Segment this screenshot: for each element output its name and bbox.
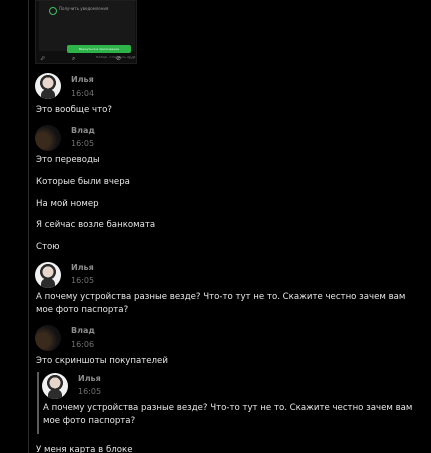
checkbox-icon (49, 7, 57, 15)
screenshot-return-button: Вернуться в приложение (67, 45, 131, 53)
message-time: 16:06 (71, 340, 95, 349)
search-icon: ⌕ (72, 55, 76, 62)
message-text: мое фото паспорта? (36, 305, 129, 315)
avatar[interactable] (35, 325, 61, 351)
share-icon: ⬀ (40, 55, 46, 62)
message-author[interactable]: Илья (71, 263, 94, 272)
screenshot-checkbox-label: Получить уведомления (59, 6, 109, 11)
quote-author[interactable]: Илья (78, 374, 101, 383)
message-text: На мой номер (36, 199, 99, 209)
avatar[interactable] (35, 125, 61, 151)
message-text: Это переводы (36, 155, 100, 165)
chat-page: Получить уведомления Вернуться в приложе… (0, 0, 431, 453)
message-text: Которые были вчера (36, 177, 130, 187)
message-author[interactable]: Илья (71, 75, 94, 84)
quote-text: А почему устройства разные везде? Что-то… (43, 403, 413, 413)
message-author[interactable]: Влад (71, 326, 95, 335)
quote-time: 16:05 (78, 387, 102, 396)
block-icon: ⊘ (116, 55, 122, 62)
message-text: А почему устройства разные везде? Что-то… (36, 292, 406, 302)
screenshot-screen: Получить уведомления Вернуться в приложе… (39, 1, 135, 53)
message-text: У меня карта в блоке (36, 445, 133, 453)
message-author[interactable]: Влад (71, 126, 95, 135)
message-time: 16:05 (71, 276, 95, 285)
message-text: Я сейчас возле банкомата (36, 220, 156, 230)
avatar[interactable] (35, 73, 61, 99)
message-text: Стою (36, 242, 60, 252)
message-text: Это скриншоты покупателей (36, 356, 168, 366)
message-time: 16:05 (71, 139, 95, 148)
thread-rail (28, 0, 29, 453)
attached-screenshot[interactable]: Получить уведомления Вернуться в приложе… (35, 0, 137, 64)
message-time: 16:04 (71, 89, 95, 98)
more-icon: ⋯ (128, 55, 134, 62)
quote-bar (37, 372, 39, 434)
quote-text: мое фото паспорта? (43, 416, 136, 426)
avatar[interactable] (42, 373, 68, 399)
avatar[interactable] (35, 262, 61, 288)
message-text: Это вообще что? (36, 105, 112, 115)
